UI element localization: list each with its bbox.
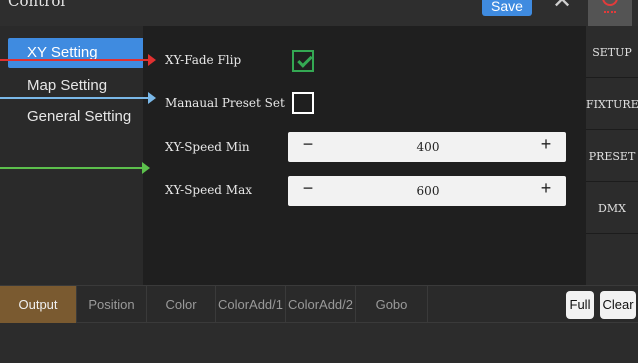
power-icon[interactable] (588, 0, 632, 26)
nav-dmx[interactable]: DMX (586, 182, 638, 234)
right-nav: SETUP FIXTURE PRESET DMX (586, 26, 638, 285)
speed-min-stepper: − 400 + (288, 132, 566, 162)
save-button[interactable]: Save (482, 0, 532, 16)
speed-min-value[interactable]: 400 (388, 140, 468, 154)
top-bar: Control Save ✕ (0, 0, 638, 26)
preset-set-checkbox[interactable] (292, 92, 314, 114)
speed-max-stepper: − 600 + (288, 176, 566, 206)
sidebar-item-xy-setting[interactable]: XY Setting (8, 38, 143, 68)
tab-gobo[interactable]: Gobo (356, 286, 428, 323)
tab-coloradd-1[interactable]: ColorAdd/1 (216, 286, 286, 323)
checkmark-icon (297, 52, 313, 68)
nav-setup[interactable]: SETUP (586, 26, 638, 78)
settings-panel: XY-Fade Flip Manaual Preset Set XY-Speed… (143, 26, 586, 285)
speed-min-decrement-button[interactable]: − (296, 134, 320, 160)
speed-max-label: XY-Speed Max (165, 183, 253, 197)
sidebar: XY Setting Map Setting General Setting (0, 26, 143, 285)
preset-set-label: Manaual Preset Set (165, 96, 285, 110)
speed-max-value[interactable]: 600 (388, 184, 468, 198)
speed-min-increment-button[interactable]: + (534, 134, 558, 160)
window-title: Control (8, 0, 66, 10)
footer-area (0, 323, 638, 363)
sidebar-item-general-setting[interactable]: General Setting (8, 102, 143, 132)
power-ring-shape (602, 0, 618, 6)
close-icon[interactable]: ✕ (552, 0, 572, 15)
power-dots-shape (604, 11, 616, 13)
speed-max-increment-button[interactable]: + (534, 178, 558, 204)
fade-flip-label: XY-Fade Flip (165, 53, 242, 67)
tab-coloradd-2[interactable]: ColorAdd/2 (286, 286, 356, 323)
sidebar-item-map-setting[interactable]: Map Setting (8, 71, 143, 101)
bottom-tab-bar: Output Position Color ColorAdd/1 ColorAd… (0, 285, 638, 323)
speed-min-label: XY-Speed Min (165, 140, 250, 154)
fade-flip-checkbox[interactable] (292, 50, 314, 72)
nav-fixture[interactable]: FIXTURE (586, 78, 638, 130)
full-button[interactable]: Full (566, 291, 594, 319)
clear-button[interactable]: Clear (600, 291, 636, 319)
tab-color[interactable]: Color (147, 286, 216, 323)
tab-output[interactable]: Output (0, 286, 77, 323)
speed-max-decrement-button[interactable]: − (296, 178, 320, 204)
tab-position[interactable]: Position (77, 286, 147, 323)
nav-preset[interactable]: PRESET (586, 130, 638, 182)
